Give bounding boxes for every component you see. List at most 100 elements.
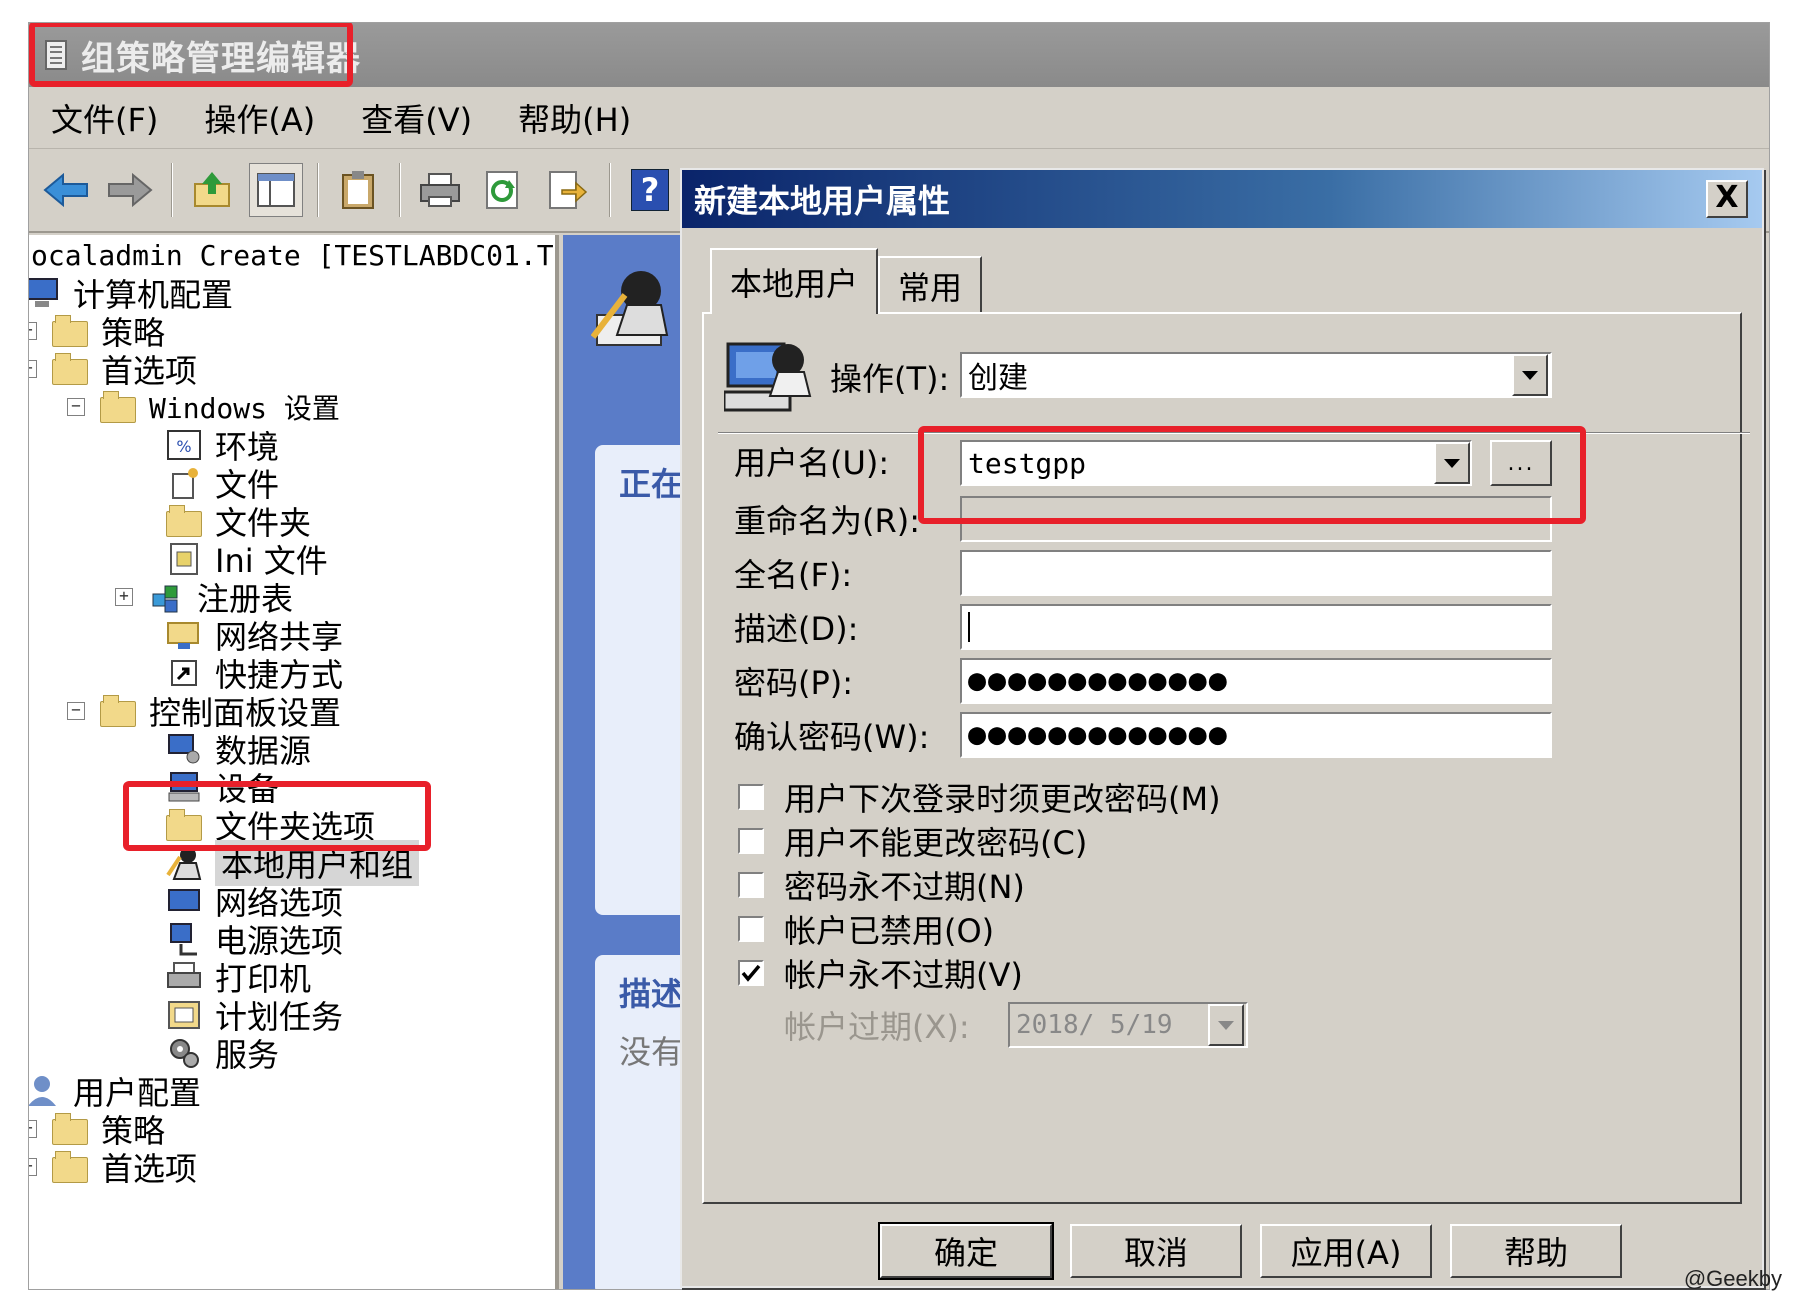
tree-item-devices[interactable]: 设备 <box>165 767 279 808</box>
tree-item-user-config[interactable]: 用户配置 <box>29 1071 201 1112</box>
tab-local-user[interactable]: 本地用户 <box>710 248 879 314</box>
tree-item-user-preferences[interactable]: + 首选项 <box>29 1147 197 1188</box>
checkbox-box[interactable] <box>738 872 764 898</box>
menu-help[interactable]: 帮助(H) <box>518 95 631 141</box>
data-source-icon <box>165 731 203 767</box>
browse-user-button[interactable]: ... <box>1490 440 1552 486</box>
dialog-titlebar: 新建本地用户属性 <box>682 170 1762 228</box>
apply-button[interactable]: 应用(A) <box>1260 1224 1432 1278</box>
fullname-field[interactable] <box>960 550 1552 596</box>
tree-item-power-options[interactable]: 电源选项 <box>165 919 343 960</box>
tree-item-policies[interactable]: + 策略 <box>29 311 165 352</box>
tree-item-local-users-groups[interactable]: 本地用户和组 <box>165 840 420 886</box>
main-titlebar: 组策略管理编辑器 <box>29 23 1769 87</box>
tree-item-windows-settings[interactable]: − Windows 设置 <box>67 387 340 427</box>
account-expires-value: 2018/ 5/19 <box>1016 1010 1173 1040</box>
tree-item-scheduled-tasks[interactable]: 计划任务 <box>165 995 343 1036</box>
new-folder-icon <box>165 503 203 539</box>
tree-item-folder-options[interactable]: 文件夹选项 <box>165 805 375 846</box>
menu-bar: 文件(F) 操作(A) 查看(V) 帮助(H) <box>29 87 1769 149</box>
action-label-row: 操作(T): <box>830 354 949 400</box>
ok-button[interactable]: 确定 <box>878 1222 1054 1280</box>
description-label-row: 描述(D): <box>734 604 858 650</box>
confirm-password-mask: ●●●●●●●●●●●●● <box>968 717 1229 752</box>
services-icon <box>165 1035 203 1071</box>
tree-item-folders[interactable]: 文件夹 <box>165 501 311 542</box>
show-hide-tree-icon[interactable] <box>249 163 303 217</box>
tree-item-environment[interactable]: % 环境 <box>165 425 279 466</box>
confirm-password-label-row: 确认密码(W): <box>734 712 929 758</box>
checkbox-box[interactable] <box>738 828 764 854</box>
collapse-icon[interactable]: − <box>67 702 85 720</box>
description-label: 描述(D): <box>734 610 859 648</box>
checkbox-must-change-password[interactable]: 用户下次登录时须更改密码(M) <box>738 774 1221 820</box>
folder-icon <box>51 313 89 349</box>
username-dropdown-button[interactable] <box>1434 442 1470 484</box>
action-dropdown[interactable]: 创建 <box>960 352 1552 398</box>
tree-root-gpo[interactable]: ocaladmin Create [TESTLABDC01.TE <box>31 235 555 275</box>
tree-item-preferences[interactable]: − 首选项 <box>29 349 198 390</box>
menu-view[interactable]: 查看(V) <box>361 95 472 141</box>
expand-icon[interactable]: + <box>29 1158 37 1176</box>
tree-item-ini-files[interactable]: Ini 文件 <box>165 539 328 580</box>
collapse-icon[interactable]: − <box>67 398 85 416</box>
checkbox-password-never-expires[interactable]: 密码永不过期(N) <box>738 862 1025 908</box>
forward-arrow-icon[interactable] <box>103 163 157 217</box>
print-icon[interactable] <box>413 163 467 217</box>
description-field[interactable] <box>960 604 1552 650</box>
refresh-icon[interactable] <box>477 163 531 217</box>
account-expires-label: 帐户过期(X): <box>784 1008 970 1046</box>
expand-icon[interactable]: + <box>29 1120 37 1138</box>
clipboard-icon[interactable] <box>331 163 385 217</box>
checkbox-box[interactable] <box>738 784 764 810</box>
expand-icon[interactable]: + <box>29 322 37 340</box>
checkbox-box[interactable] <box>738 916 764 942</box>
menu-action[interactable]: 操作(A) <box>204 95 315 141</box>
checkbox-label: 帐户已禁用(O) <box>784 912 995 950</box>
rename-field[interactable] <box>960 496 1552 542</box>
tree-item-network-options[interactable]: 网络选项 <box>165 881 343 922</box>
tree-item-computer-config[interactable]: 计算机配置 <box>29 273 233 314</box>
new-local-user-properties-dialog: 新建本地用户属性 X 本地用户 常用 操作(T): 创建 用户名(U): tes… <box>680 168 1764 1288</box>
close-button[interactable]: X <box>1706 180 1748 218</box>
password-field[interactable]: ●●●●●●●●●●●●● <box>960 658 1552 704</box>
action-dropdown-button[interactable] <box>1512 354 1548 396</box>
rename-label: 重命名为(R): <box>734 502 920 540</box>
tree-item-network-shares[interactable]: 网络共享 <box>165 615 343 656</box>
tree-item-control-panel[interactable]: − 控制面板设置 <box>67 691 341 732</box>
export-icon[interactable] <box>541 163 595 217</box>
svg-text:%: % <box>176 437 191 456</box>
toolbar-separator <box>399 163 401 217</box>
username-label-row: 用户名(U): <box>734 438 889 484</box>
tree-item-label: 首选项 <box>101 352 198 390</box>
checkbox-account-disabled[interactable]: 帐户已禁用(O) <box>738 906 994 952</box>
device-icon <box>165 769 203 805</box>
checkbox-account-never-expires[interactable]: 帐户永不过期(V) <box>738 950 1023 996</box>
menu-file[interactable]: 文件(F) <box>51 95 158 141</box>
account-expires-dropdown-button[interactable] <box>1208 1004 1244 1046</box>
help-button[interactable]: 帮助 <box>1450 1224 1622 1278</box>
up-folder-icon[interactable] <box>185 163 239 217</box>
username-combo[interactable]: testgpp <box>960 440 1472 486</box>
tab-common[interactable]: 常用 <box>878 256 983 314</box>
expand-icon[interactable]: + <box>115 588 133 606</box>
checkbox-cannot-change-password[interactable]: 用户不能更改密码(C) <box>738 818 1087 864</box>
folder-options-icon <box>165 807 203 843</box>
tree-item-services[interactable]: 服务 <box>165 1033 279 1074</box>
collapse-icon[interactable]: − <box>29 360 37 378</box>
chevron-down-icon <box>1444 458 1460 468</box>
checkbox-label: 帐户永不过期(V) <box>784 956 1023 994</box>
help-icon[interactable]: ? <box>623 163 677 217</box>
confirm-password-field[interactable]: ●●●●●●●●●●●●● <box>960 712 1552 758</box>
browse-button-label: ... <box>1507 450 1535 476</box>
back-arrow-icon[interactable] <box>39 163 93 217</box>
checkbox-box[interactable] <box>738 960 764 986</box>
chevron-down-icon <box>1522 370 1538 380</box>
tree-item-data-sources[interactable]: 数据源 <box>165 729 311 770</box>
tree-item-files[interactable]: 文件 <box>165 463 279 504</box>
cancel-button[interactable]: 取消 <box>1070 1224 1242 1278</box>
tree-item-registry[interactable]: + 注册表 <box>115 577 293 618</box>
tree-item-shortcuts[interactable]: 快捷方式 <box>165 653 343 694</box>
tree-item-printers[interactable]: 打印机 <box>165 957 311 998</box>
tree-item-user-policies[interactable]: + 策略 <box>29 1109 165 1150</box>
